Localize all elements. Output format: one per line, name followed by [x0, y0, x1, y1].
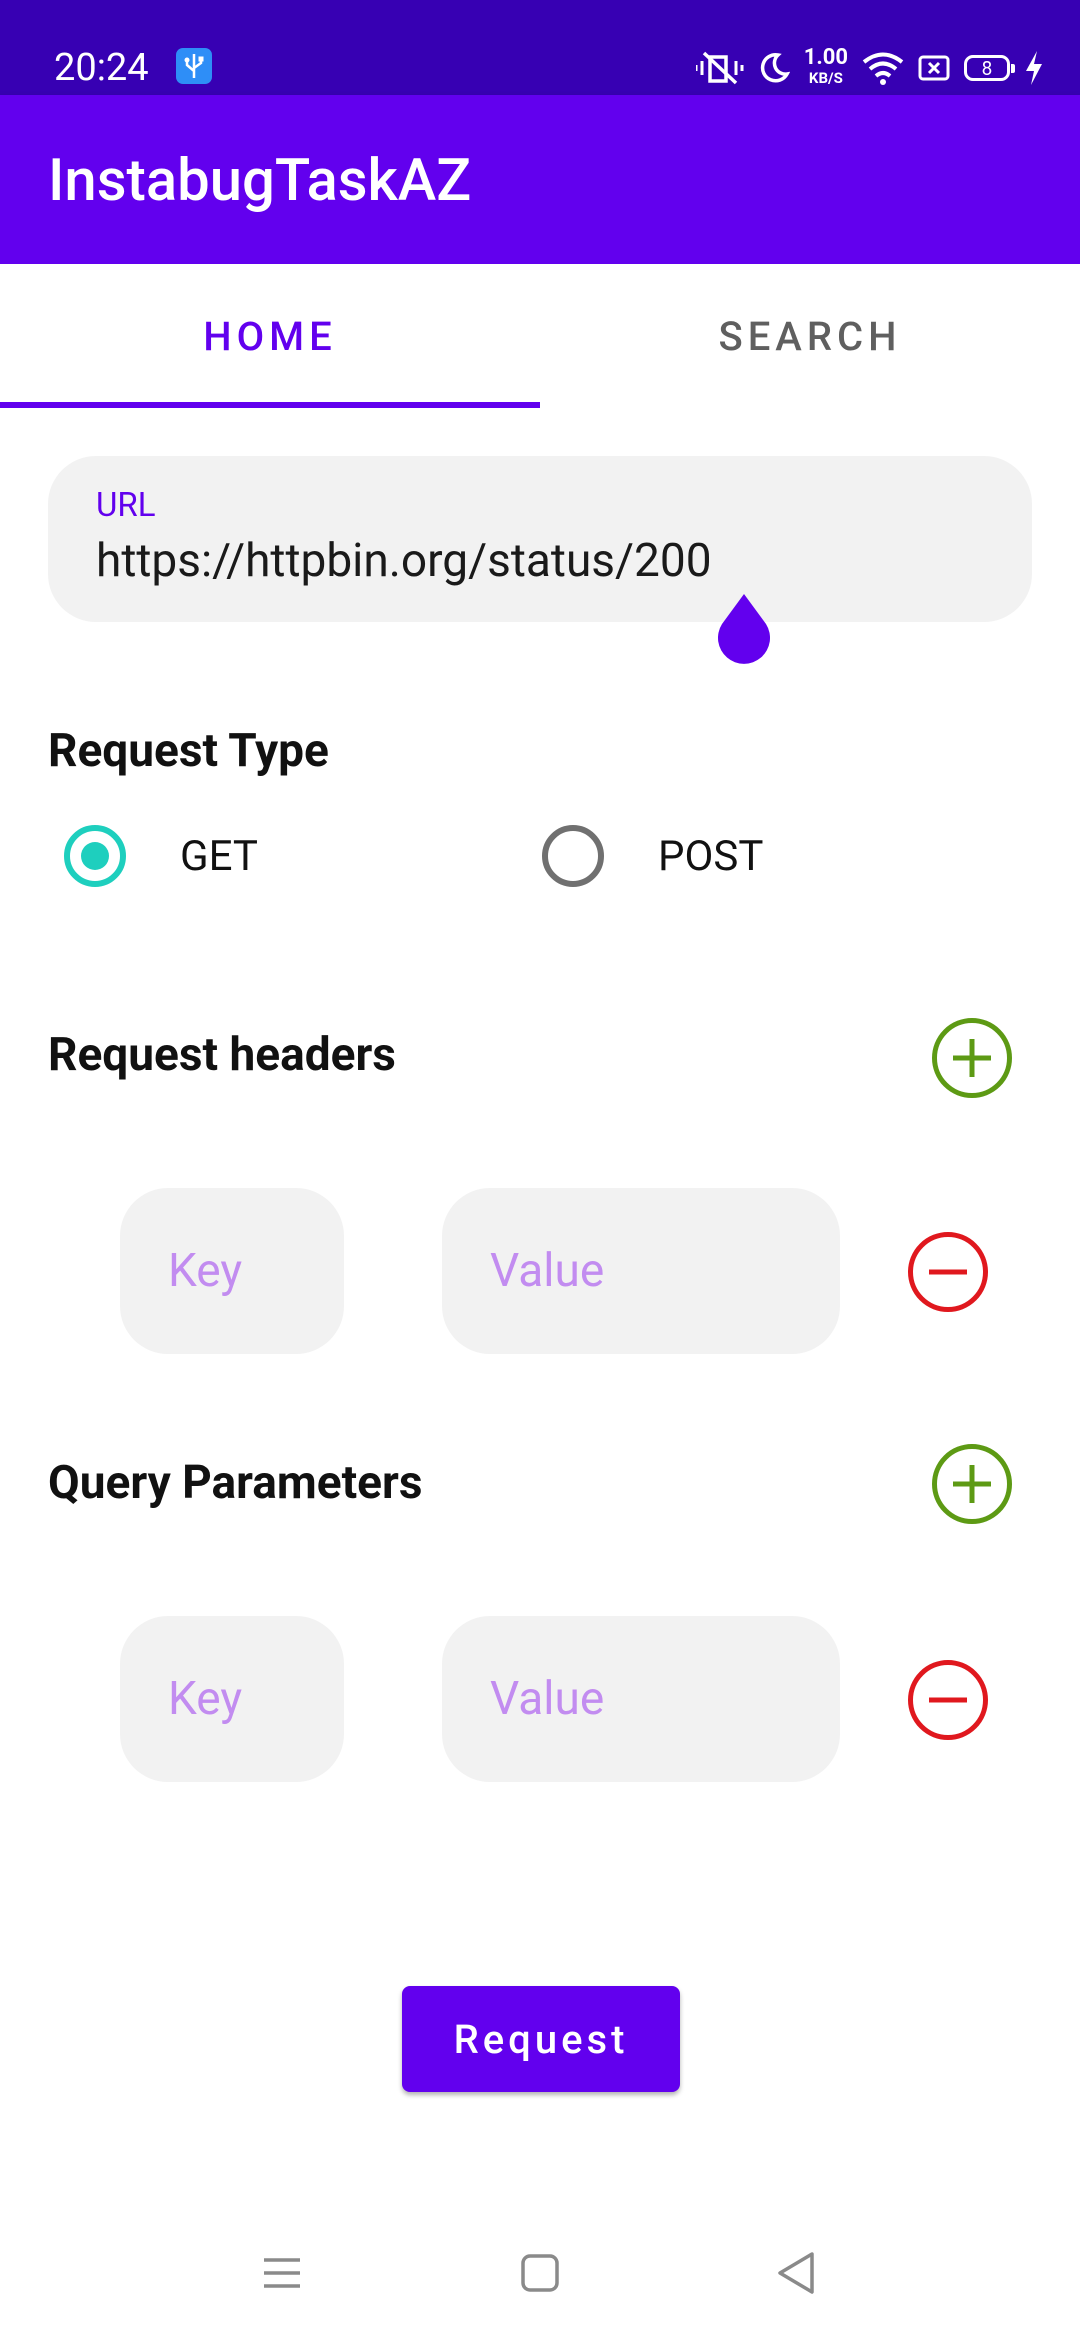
query-parameters-title: Query Parameters — [48, 1456, 423, 1510]
app-title: InstabugTaskAZ — [48, 147, 472, 215]
status-icons: 1.00 KB/S 8 — [695, 44, 1044, 92]
radio-get-label: GET — [180, 831, 258, 881]
plus-icon — [953, 1465, 991, 1503]
text-cursor-handle[interactable] — [714, 594, 774, 666]
battery-icon: 8 — [964, 55, 1015, 81]
minus-icon — [929, 1269, 967, 1275]
remove-query-param-button[interactable] — [908, 1660, 988, 1740]
radio-get[interactable]: GET — [64, 820, 258, 892]
menu-icon — [264, 2258, 300, 2288]
url-input-value[interactable]: https://httpbin.org/status/200 — [96, 534, 712, 588]
status-bar: 20:24 1.00 KB/S 8 — [0, 0, 1080, 95]
header-value-input[interactable]: Value — [442, 1188, 840, 1354]
query-value-input[interactable]: Value — [442, 1616, 840, 1782]
radio-post-label: POST — [658, 831, 764, 881]
remove-header-button[interactable] — [908, 1232, 988, 1312]
request-headers-title: Request headers — [48, 1028, 396, 1082]
status-time: 20:24 — [54, 46, 149, 90]
request-type-title: Request Type — [48, 724, 329, 778]
radio-post-unchecked-icon[interactable] — [542, 825, 604, 887]
back-button[interactable] — [746, 2240, 846, 2306]
url-label: URL — [96, 486, 156, 525]
recent-apps-button[interactable] — [232, 2240, 332, 2306]
app-bar: InstabugTaskAZ — [0, 95, 1080, 264]
query-key-input[interactable]: Key — [120, 1616, 344, 1782]
request-button[interactable]: Request — [402, 1986, 680, 2092]
add-query-param-button[interactable] — [932, 1444, 1012, 1524]
net-speed: 1.00 KB/S — [803, 45, 848, 88]
tab-search[interactable]: SEARCH — [540, 264, 1080, 408]
charging-icon — [1026, 51, 1042, 85]
back-triangle-icon — [778, 2252, 814, 2294]
vibrate-off-icon — [695, 51, 744, 85]
radio-post[interactable]: POST — [542, 820, 763, 892]
radio-get-checked-icon[interactable] — [64, 825, 126, 887]
plus-icon — [953, 1039, 991, 1077]
moon-icon — [760, 53, 790, 83]
tab-indicator — [0, 402, 540, 408]
wifi-icon — [862, 52, 904, 85]
square-icon — [521, 2254, 559, 2292]
sim-icon — [918, 55, 950, 81]
tab-home[interactable]: HOME — [0, 264, 540, 408]
minus-icon — [929, 1697, 967, 1703]
url-field[interactable]: URL https://httpbin.org/status/200 — [48, 456, 1032, 622]
header-key-input[interactable]: Key — [120, 1188, 344, 1354]
usb-icon — [176, 48, 212, 84]
tab-bar: HOME SEARCH — [0, 264, 1080, 408]
add-header-button[interactable] — [932, 1018, 1012, 1098]
home-button[interactable] — [490, 2240, 590, 2306]
